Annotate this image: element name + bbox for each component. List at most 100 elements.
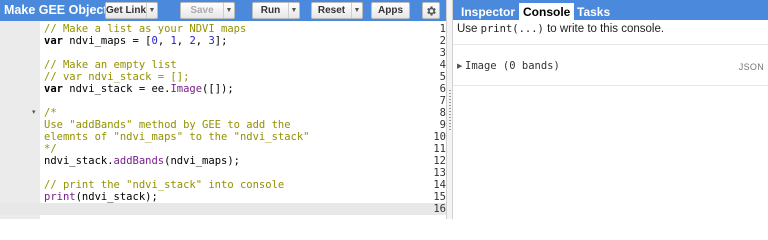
console-hint: Use print(...) to write to this console.	[457, 23, 664, 35]
tab-tasks[interactable]: Tasks	[573, 3, 614, 20]
code-token-plain: ([]);	[202, 83, 234, 95]
code-token-plain: ,	[176, 35, 190, 47]
dropdown-arrow-icon[interactable]: ▼	[146, 3, 157, 18]
code-text[interactable]: */	[44, 143, 57, 155]
divider	[453, 85, 768, 86]
apps-label: Apps	[378, 5, 403, 16]
tab-inspector[interactable]: Inspector	[457, 3, 519, 20]
editor-toolbar: Make GEE Objects Get Link ▼ Save ▼ Run ▼…	[0, 0, 446, 21]
code-editor-panel: Make GEE Objects Get Link ▼ Save ▼ Run ▼…	[0, 0, 446, 219]
code-line[interactable]: 6 var ndvi_stack = ee.Image([]);	[0, 83, 446, 95]
tab-console[interactable]: Console	[519, 3, 575, 20]
code-token-comment: // print the "ndvi_stack" into console	[44, 179, 285, 191]
line-number: 2	[439, 35, 446, 47]
code-text[interactable]: // Make an empty list	[44, 59, 177, 71]
get-link-button[interactable]: Get Link ▼	[105, 2, 158, 19]
apps-button[interactable]: Apps	[371, 2, 410, 19]
code-token-plain: ndvi_maps = [	[62, 35, 152, 47]
line-number: 13	[433, 167, 446, 179]
code-token-plain: ,	[157, 35, 171, 47]
code-line[interactable]: 4 // Make an empty list	[0, 59, 446, 71]
code-token-comment: Use "addBands" method by GEE to add the	[44, 119, 291, 131]
divider	[453, 44, 768, 45]
console-hint-code: print(...)	[480, 23, 544, 35]
line-number: 8	[439, 107, 446, 119]
script-title: Make GEE Objects	[4, 3, 115, 17]
code-token-plain: ,	[195, 35, 209, 47]
line-number: 3	[439, 47, 446, 59]
run-button[interactable]: Run ▼	[252, 2, 300, 19]
code-token-comment: elemnts of "ndvi_maps" to the "ndvi_stac…	[44, 131, 310, 143]
json-link[interactable]: JSON	[739, 62, 764, 72]
console-output-item[interactable]: ▶ Image (0 bands) JSON	[453, 59, 768, 77]
code-text[interactable]: /*	[44, 107, 57, 119]
console-output-text[interactable]: Image (0 bands)	[465, 60, 560, 72]
code-token-comment: // Make a list as your NDVI maps	[44, 23, 247, 35]
code-text[interactable]: // Make a list as your NDVI maps	[44, 23, 246, 35]
code-token-plain: ndvi_stack.	[44, 155, 114, 167]
panel-splitter[interactable]	[446, 0, 453, 219]
line-number: 15	[433, 191, 446, 203]
code-line[interactable]: 3	[0, 47, 446, 59]
code-text[interactable]: ndvi_stack.addBands(ndvi_maps);	[44, 155, 240, 167]
code-line[interactable]: 8 ▾ /*	[0, 107, 446, 119]
line-number: 5	[439, 71, 446, 83]
line-number: 9	[439, 119, 446, 131]
code-text[interactable]: var ndvi_maps = [0, 1, 2, 3];	[44, 35, 227, 47]
code-text[interactable]: var ndvi_stack = ee.Image([]);	[44, 83, 234, 95]
line-number: 12	[433, 155, 446, 167]
code-line[interactable]: 13	[0, 167, 446, 179]
code-line[interactable]: 12 ndvi_stack.addBands(ndvi_maps);	[0, 155, 446, 167]
code-token-keyword: var	[44, 83, 63, 95]
right-panel: Inspector Console Tasks Use print(...) t…	[453, 0, 768, 219]
code-line[interactable]: 15 print(ndvi_stack);	[0, 191, 446, 203]
line-number: 1	[439, 23, 446, 35]
code-line[interactable]: 5 // var ndvi_stack = [];	[0, 71, 446, 83]
code-text[interactable]: // print the "ndvi_stack" into console	[44, 179, 284, 191]
settings-button[interactable]	[422, 2, 440, 19]
dropdown-arrow-icon[interactable]: ▼	[223, 3, 234, 18]
code-token-method: addBands	[113, 155, 165, 167]
dropdown-arrow-icon[interactable]: ▼	[351, 3, 362, 18]
line-number: 14	[433, 179, 446, 191]
code-token-comment: // var ndvi_stack = [];	[44, 71, 190, 83]
code-token-comment: /*	[44, 107, 57, 119]
code-line[interactable]: 16	[0, 203, 446, 215]
line-number: 4	[439, 59, 446, 71]
get-link-label: Get Link	[106, 5, 147, 16]
line-number: 6	[439, 83, 446, 95]
code-line[interactable]: 2 var ndvi_maps = [0, 1, 2, 3];	[0, 35, 446, 47]
code-text[interactable]: print(ndvi_stack);	[44, 191, 158, 203]
code-token-plain: ndvi_stack = ee.	[62, 83, 171, 95]
code-token-comment: */	[44, 143, 57, 155]
line-number: 11	[433, 143, 446, 155]
code-line[interactable]: 11 */	[0, 143, 446, 155]
line-number: 7	[439, 95, 446, 107]
console-hint-prefix: Use	[457, 23, 481, 35]
code-token-plain: ];	[214, 35, 228, 47]
code-area[interactable]: 1 // Make a list as your NDVI maps 2 var nd…	[0, 21, 446, 219]
code-token-comment: // Make an empty list	[44, 59, 177, 71]
save-button[interactable]: Save ▼	[180, 2, 235, 19]
reset-button[interactable]: Reset ▼	[311, 2, 363, 19]
code-line[interactable]: 9 Use "addBands" method by GEE to add the	[0, 119, 446, 131]
line-number: 10	[433, 131, 446, 143]
code-token-plain: (ndvi_maps);	[164, 155, 240, 167]
code-token-method: Image	[170, 83, 203, 95]
code-line[interactable]: 10 elemnts of "ndvi_maps" to the "ndvi_st…	[0, 131, 446, 143]
code-line[interactable]: 1 // Make a list as your NDVI maps	[0, 23, 446, 35]
code-line[interactable]: 7	[0, 95, 446, 107]
run-label: Run	[260, 5, 281, 16]
code-text[interactable]: elemnts of "ndvi_maps" to the "ndvi_stac…	[44, 131, 310, 143]
code-token-plain: (ndvi_stack);	[75, 191, 158, 203]
dropdown-arrow-icon[interactable]: ▼	[288, 3, 299, 18]
code-line[interactable]: 14 // print the "ndvi_stack" into console	[0, 179, 446, 191]
panel-tabs-bar: Inspector Console Tasks	[453, 0, 768, 20]
splitter-grip-icon[interactable]	[449, 90, 451, 130]
expand-arrow-icon[interactable]: ▶	[457, 62, 462, 70]
line-number: 16	[433, 203, 446, 215]
console-hint-suffix: to write to this console.	[543, 23, 665, 35]
fold-arrow-icon[interactable]: ▾	[32, 107, 36, 119]
code-text[interactable]: // var ndvi_stack = [];	[44, 71, 189, 83]
code-text[interactable]: Use "addBands" method by GEE to add the	[44, 119, 291, 131]
